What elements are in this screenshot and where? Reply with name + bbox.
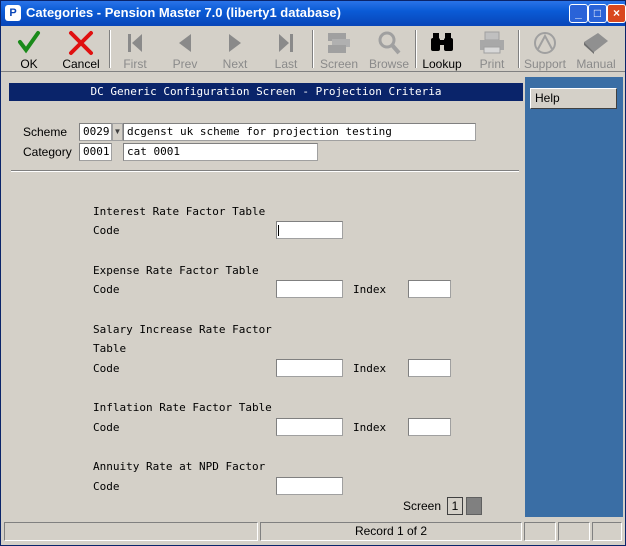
last-label: Last bbox=[274, 57, 298, 71]
scheme-description-field[interactable]: dcgenst uk scheme for projection testing bbox=[123, 123, 476, 141]
lookup-button[interactable]: Lookup bbox=[418, 28, 466, 71]
divider bbox=[11, 170, 519, 172]
screen-button[interactable]: Screen bbox=[315, 28, 363, 71]
screen-pager-label: Screen bbox=[403, 499, 442, 513]
screen-label: Screen bbox=[319, 57, 359, 71]
cross-icon bbox=[69, 31, 93, 55]
lookup-label: Lookup bbox=[422, 57, 462, 71]
expense-code-label: Code bbox=[93, 283, 120, 296]
screen-page-next-button[interactable] bbox=[466, 497, 482, 515]
help-sidebar: Help bbox=[525, 77, 623, 517]
binoculars-icon bbox=[431, 33, 453, 51]
prev-label: Prev bbox=[172, 57, 198, 71]
next-label: Next bbox=[222, 57, 248, 71]
magnifier-icon bbox=[378, 31, 401, 55]
category-label: Category bbox=[23, 145, 72, 159]
prev-icon bbox=[179, 34, 191, 52]
first-icon bbox=[128, 34, 142, 52]
status-bar: Record 1 of 2 bbox=[1, 520, 625, 544]
check-icon bbox=[18, 31, 40, 54]
ok-button[interactable]: OK bbox=[5, 28, 53, 71]
salary-index-label: Index bbox=[353, 362, 387, 375]
screen-icon bbox=[328, 33, 350, 53]
ok-label: OK bbox=[20, 57, 38, 71]
interest-code-field[interactable] bbox=[276, 221, 343, 239]
first-button[interactable]: First bbox=[111, 28, 159, 71]
inflation-index-field[interactable] bbox=[408, 418, 451, 436]
inflation-code-label: Code bbox=[93, 421, 120, 434]
interest-code-label: Code bbox=[93, 224, 120, 237]
annuity-code-field[interactable] bbox=[276, 477, 343, 495]
close-button[interactable]: × bbox=[607, 4, 626, 23]
maximize-button[interactable]: □ bbox=[588, 4, 607, 23]
print-label: Print bbox=[479, 57, 505, 71]
print-button[interactable]: Print bbox=[468, 28, 516, 71]
browse-button[interactable]: Browse bbox=[365, 28, 413, 71]
first-label: First bbox=[123, 57, 147, 71]
salary-index-field[interactable] bbox=[408, 359, 451, 377]
expense-index-field[interactable] bbox=[408, 280, 451, 298]
cancel-button[interactable]: Cancel bbox=[57, 28, 105, 71]
category-code-field[interactable]: 0001 bbox=[79, 143, 112, 161]
scheme-dropdown-button[interactable]: ▼ bbox=[112, 123, 123, 141]
last-button[interactable]: Last bbox=[262, 28, 310, 71]
expense-index-label: Index bbox=[353, 283, 387, 296]
salary-title-line2: Table bbox=[93, 342, 127, 355]
scheme-label: Scheme bbox=[23, 125, 68, 139]
minimize-button[interactable]: _ bbox=[569, 4, 588, 23]
expense-title: Expense Rate Factor Table bbox=[93, 264, 259, 277]
status-panel-1 bbox=[4, 522, 258, 541]
support-button[interactable]: Support bbox=[521, 28, 569, 71]
last-icon bbox=[279, 34, 293, 52]
salary-code-label: Code bbox=[93, 362, 120, 375]
pension-master-icon[interactable]: P bbox=[5, 5, 21, 21]
record-status: Record 1 of 2 bbox=[260, 522, 522, 541]
manual-button[interactable]: Manual bbox=[572, 28, 620, 71]
title-bar[interactable]: P Categories - Pension Master 7.0 (liber… bbox=[1, 1, 626, 26]
window-title: Categories - Pension Master 7.0 (liberty… bbox=[26, 5, 341, 20]
screen-header: DC Generic Configuration Screen - Projec… bbox=[9, 83, 523, 101]
manual-label: Manual bbox=[576, 57, 616, 71]
prev-button[interactable]: Prev bbox=[161, 28, 209, 71]
expense-code-field[interactable] bbox=[276, 280, 343, 298]
interest-title: Interest Rate Factor Table bbox=[93, 205, 266, 218]
book-icon bbox=[584, 33, 608, 54]
salary-title-line1: Salary Increase Rate Factor bbox=[93, 323, 272, 336]
toolbar-separator bbox=[518, 30, 520, 68]
scheme-code-field[interactable]: 0029 bbox=[79, 123, 112, 141]
printer-icon bbox=[480, 31, 504, 54]
support-label: Support bbox=[523, 57, 567, 71]
status-panel-4 bbox=[558, 522, 590, 541]
category-description-field[interactable]: cat 0001 bbox=[123, 143, 318, 161]
inflation-code-field[interactable] bbox=[276, 418, 343, 436]
status-panel-5 bbox=[592, 522, 622, 541]
next-button[interactable]: Next bbox=[211, 28, 259, 71]
screen-page-1-button[interactable]: 1 bbox=[447, 497, 463, 515]
text-cursor bbox=[278, 225, 279, 236]
toolbar-separator bbox=[312, 30, 314, 68]
annuity-code-label: Code bbox=[93, 480, 120, 493]
main-window: P Categories - Pension Master 7.0 (liber… bbox=[0, 0, 626, 546]
help-button[interactable]: Help bbox=[530, 88, 617, 109]
inflation-title: Inflation Rate Factor Table bbox=[93, 401, 272, 414]
support-icon bbox=[534, 32, 556, 54]
toolbar: OK Cancel First Prev Next Last Screen Br… bbox=[1, 26, 625, 72]
inflation-index-label: Index bbox=[353, 421, 387, 434]
form-area: DC Generic Configuration Screen - Projec… bbox=[6, 77, 523, 517]
cancel-label: Cancel bbox=[62, 57, 100, 71]
next-icon bbox=[229, 34, 241, 52]
status-panel-3 bbox=[524, 522, 556, 541]
annuity-title: Annuity Rate at NPD Factor bbox=[93, 460, 266, 473]
salary-code-field[interactable] bbox=[276, 359, 343, 377]
toolbar-separator bbox=[415, 30, 417, 68]
browse-label: Browse bbox=[368, 57, 409, 71]
